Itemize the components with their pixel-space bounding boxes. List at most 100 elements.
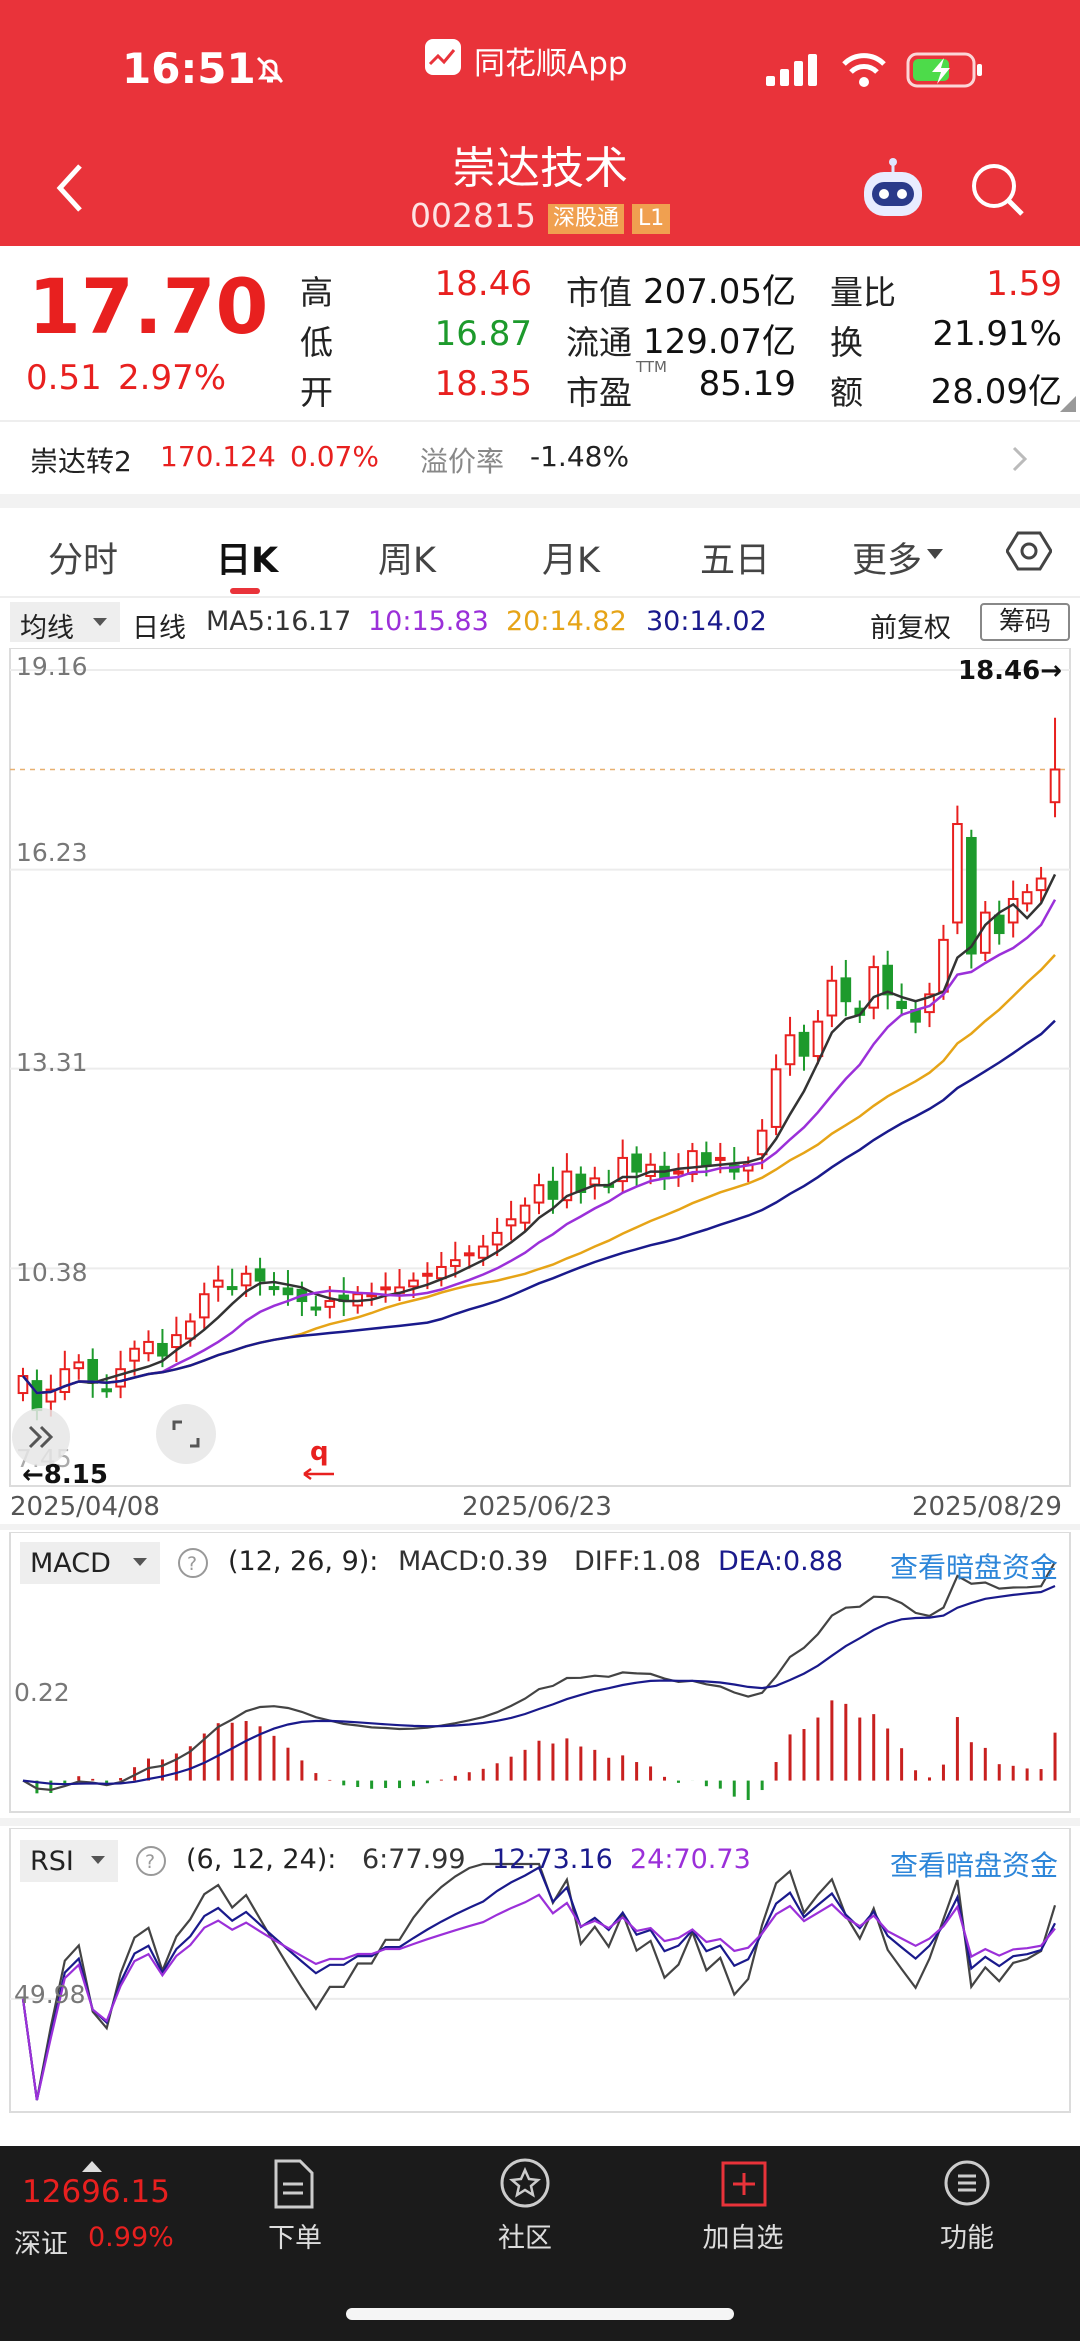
candle-body <box>408 1279 419 1288</box>
candle-body <box>491 1231 503 1246</box>
y-axis-label-top: 19.16 <box>16 652 88 681</box>
convertible-change: 0.07% <box>290 440 379 473</box>
candle-body <box>784 1034 796 1066</box>
ma30-value: 30:14.02 <box>646 606 767 637</box>
max-price-marker: 18.46→ <box>958 656 1063 686</box>
price-change: 0.51 <box>26 358 102 398</box>
macd-y-label: 0.22 <box>14 1678 70 1707</box>
rsi-dropdown[interactable]: RSI <box>20 1840 118 1882</box>
caret-down-icon <box>132 1548 148 1580</box>
help-icon[interactable]: ? <box>176 1546 210 1584</box>
convertible-bond-row[interactable]: 崇达转2 170.124 0.07% 溢价率 -1.48% <box>0 422 1080 494</box>
section-gap <box>0 1818 1080 1826</box>
community-button[interactable]: 社区 <box>460 2146 590 2256</box>
macd-value: MACD:0.39 <box>398 1546 549 1577</box>
order-button[interactable]: 下单 <box>230 2146 360 2256</box>
candle-body <box>840 977 852 1003</box>
candle-body <box>1049 768 1061 804</box>
candle-body <box>533 1184 545 1204</box>
candle-body <box>115 1368 126 1388</box>
section-gap <box>0 1524 1080 1530</box>
x-axis-label-start: 2025/04/08 <box>10 1492 160 1522</box>
fullscreen-button[interactable] <box>156 1404 216 1464</box>
x-axis-label-mid: 2025/06/23 <box>462 1492 612 1522</box>
help-icon[interactable]: ? <box>134 1844 168 1882</box>
macd-dropdown-label: MACD <box>30 1548 111 1579</box>
dark-pool-link[interactable]: 查看暗盘资金 <box>890 1546 1058 1586</box>
search-icon[interactable] <box>968 160 1028 224</box>
candle-body <box>1035 877 1047 892</box>
candlestick-chart[interactable] <box>0 648 1080 1490</box>
low-value: 16.87 <box>434 314 532 354</box>
robot-assistant-icon[interactable] <box>858 158 928 226</box>
expand-corner-icon[interactable] <box>1060 396 1076 416</box>
candle-body <box>631 1153 642 1173</box>
index-value[interactable]: 12696.15 <box>22 2174 170 2210</box>
macd-dropdown[interactable]: MACD <box>20 1542 160 1584</box>
dark-pool-link[interactable]: 查看暗盘资金 <box>890 1844 1058 1884</box>
ma10-line <box>22 899 1057 1395</box>
bottom-nav: 12696.15 深证 0.99% 下单 社区 加自选 功能 <box>0 2146 1080 2341</box>
turnover-label: 换 <box>830 323 863 362</box>
y-axis-label: 13.31 <box>16 1048 88 1077</box>
rsi24-line <box>21 1893 1056 2101</box>
pe-ttm-sup: TTM <box>636 358 668 376</box>
candle-body <box>380 1286 391 1291</box>
order-label: 下单 <box>268 2223 322 2254</box>
candle-body <box>157 1342 168 1357</box>
tab-intraday[interactable]: 分时 <box>48 532 118 583</box>
candle-body <box>477 1245 489 1259</box>
mcap-value: 207.05亿 <box>643 272 796 312</box>
candle-body <box>701 1152 712 1166</box>
vol-ratio-value: 1.59 <box>986 264 1062 304</box>
app-logo-icon <box>424 38 462 80</box>
candle-body <box>1007 897 1019 924</box>
open-value: 18.35 <box>434 364 532 404</box>
header: 16:51 同花顺App 崇达技术 002815 深股通 L1 <box>0 0 1080 246</box>
ma-dropdown[interactable]: 均线 <box>10 602 120 644</box>
svg-text:?: ? <box>145 1851 155 1873</box>
vol-ratio-label: 量比 <box>830 273 896 312</box>
candle-body <box>505 1218 517 1227</box>
ma-dropdown-label: 均线 <box>20 613 74 644</box>
tab-monthly-k[interactable]: 月K <box>542 532 600 583</box>
candle-body <box>449 1259 461 1267</box>
chip-button[interactable]: 筹码 <box>980 603 1070 641</box>
adjust-label[interactable]: 前复权 <box>870 606 951 645</box>
signal-icon <box>764 52 820 92</box>
convertible-price: 170.124 <box>160 440 276 473</box>
candle-body <box>212 1279 224 1288</box>
home-indicator <box>346 2308 734 2320</box>
tab-daily-k[interactable]: 日K <box>216 532 278 583</box>
tab-weekly-k[interactable]: 周K <box>378 532 436 583</box>
y-axis-label: 16.23 <box>16 838 88 867</box>
expand-sidebar-button[interactable] <box>12 1408 70 1466</box>
diff-value: DIFF:1.08 <box>574 1546 701 1577</box>
ma20-value: 20:14.82 <box>506 606 627 637</box>
amount-label: 额 <box>830 373 863 412</box>
menu-circle-icon <box>944 2160 990 2206</box>
open-label: 开 <box>300 373 333 412</box>
rsi-params: (6, 12, 24): <box>186 1844 337 1875</box>
functions-button[interactable]: 功能 <box>902 2146 1032 2256</box>
candle-body <box>798 1031 810 1057</box>
float-label: 流通 <box>566 323 632 362</box>
candle-body <box>993 914 1005 935</box>
float-value: 129.07亿 <box>643 322 796 362</box>
add-watchlist-button[interactable]: 加自选 <box>678 2146 808 2256</box>
document-icon <box>274 2159 314 2209</box>
return-app-label[interactable]: 同花顺App <box>474 38 628 83</box>
add-watchlist-label: 加自选 <box>702 2223 784 2254</box>
turnover-value: 21.91% <box>932 314 1062 354</box>
stock-code: 002815 <box>410 196 536 235</box>
candle-body <box>310 1306 322 1311</box>
event-marker-icon[interactable]: q <box>300 1436 340 1486</box>
candle-body <box>282 1287 294 1296</box>
candle-body <box>254 1268 266 1282</box>
tab-more[interactable]: 更多 <box>852 532 922 583</box>
candle-body <box>756 1129 768 1156</box>
pe-label: 市盈 <box>566 373 632 412</box>
settings-hexagon-icon[interactable] <box>1005 528 1053 578</box>
functions-label: 功能 <box>940 2223 994 2254</box>
tab-five-day[interactable]: 五日 <box>700 532 770 583</box>
